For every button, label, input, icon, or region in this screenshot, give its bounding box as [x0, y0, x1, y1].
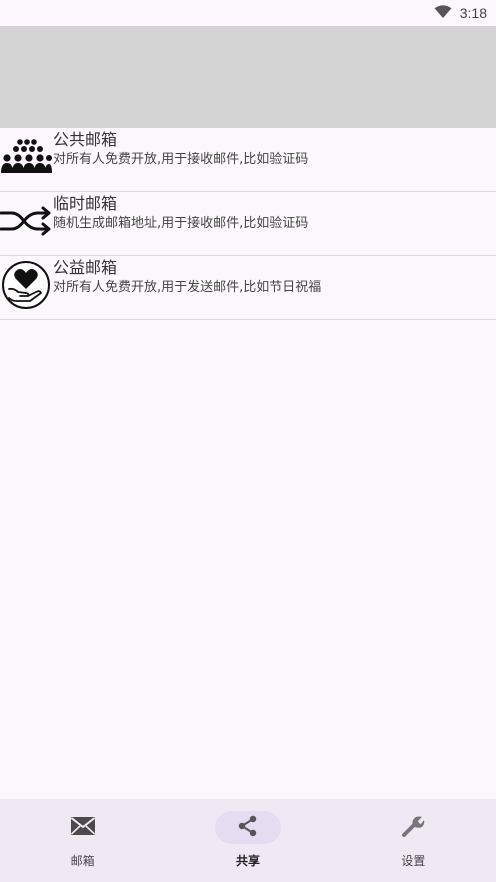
mailbox-list: 公共邮箱 对所有人免费开放,用于接收邮件,比如验证码 临时邮箱 随机生成邮箱地址… — [0, 128, 496, 320]
nav-label: 邮箱 — [70, 854, 95, 868]
row-title: 公益邮箱 — [53, 258, 118, 277]
list-item-charity-mailbox[interactable]: 公益邮箱 对所有人免费开放,用于发送邮件,比如节日祝福 — [0, 256, 496, 320]
nav-pill — [380, 811, 446, 844]
nav-item-mailbox[interactable]: 邮箱 — [0, 799, 165, 882]
nav-item-share[interactable]: 共享 — [165, 799, 330, 882]
shuffle-icon — [0, 192, 52, 249]
nav-item-settings[interactable]: 设置 — [331, 799, 496, 882]
status-right: 3:18 — [434, 4, 487, 22]
wifi-icon — [434, 4, 452, 23]
nav-pill-active — [214, 811, 281, 844]
crowd-icon — [0, 128, 52, 185]
row-description: 随机生成邮箱地址,用于接收邮件,比如验证码 — [53, 216, 309, 231]
row-description: 对所有人免费开放,用于接收邮件,比如验证码 — [53, 152, 309, 167]
status-bar: 3:18 — [0, 0, 496, 26]
row-description: 对所有人免费开放,用于发送邮件,比如节日祝福 — [53, 280, 322, 295]
banner-placeholder — [0, 26, 496, 128]
wrench-icon — [401, 814, 425, 842]
nav-label: 设置 — [401, 854, 426, 868]
mail-icon — [70, 816, 96, 840]
list-item-temporary-mailbox[interactable]: 临时邮箱 随机生成邮箱地址,用于接收邮件,比如验证码 — [0, 192, 496, 256]
list-item-public-mailbox[interactable]: 公共邮箱 对所有人免费开放,用于接收邮件,比如验证码 — [0, 128, 496, 192]
heart-hand-icon — [0, 256, 52, 313]
share-icon — [237, 815, 259, 841]
row-title: 公共邮箱 — [53, 130, 118, 149]
row-title: 临时邮箱 — [53, 194, 118, 213]
status-time: 3:18 — [459, 5, 487, 21]
bottom-navigation: 邮箱 共享 设置 — [0, 799, 496, 882]
nav-label: 共享 — [235, 854, 260, 868]
nav-pill — [50, 811, 116, 844]
